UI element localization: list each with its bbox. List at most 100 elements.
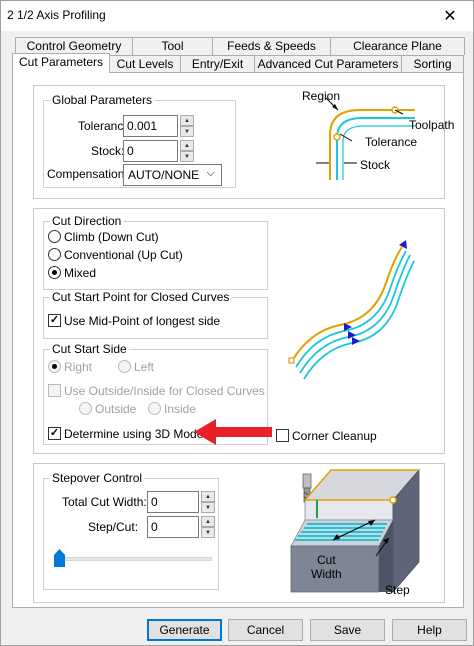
group-title: Global Parameters <box>50 93 155 107</box>
tab-feeds-speeds[interactable]: Feeds & Speeds <box>212 37 331 55</box>
right-radio[interactable] <box>48 360 61 373</box>
stepover-3d-diagram: Cut Width Step <box>290 468 420 597</box>
tab-cut-parameters[interactable]: Cut Parameters <box>12 53 110 73</box>
climb-label: Climb (Down Cut) <box>64 230 159 244</box>
stock-input[interactable] <box>123 140 178 162</box>
tab-clearance-plane[interactable]: Clearance Plane <box>330 37 465 55</box>
tab-advanced-cut-parameters[interactable]: Advanced Cut Parameters <box>254 55 402 73</box>
outside-label: Outside <box>95 402 137 416</box>
conventional-radio[interactable] <box>48 248 61 261</box>
midpoint-checkbox[interactable]: ✓ <box>48 314 61 327</box>
right-label: Right <box>64 360 93 374</box>
spin-up-icon[interactable]: ▲ <box>180 115 194 126</box>
region-label: Region <box>302 89 340 103</box>
outside-radio[interactable] <box>79 402 92 415</box>
tab-sorting[interactable]: Sorting <box>401 55 464 73</box>
cancel-button[interactable]: Cancel <box>228 619 303 641</box>
step-cut-spinner[interactable]: ▲ ▼ <box>201 516 215 538</box>
stock-spinner[interactable]: ▲ ▼ <box>180 140 194 162</box>
total-cut-width-input[interactable] <box>147 491 199 513</box>
total-cut-width-spinner[interactable]: ▲ ▼ <box>201 491 215 513</box>
spin-up-icon[interactable]: ▲ <box>201 491 215 502</box>
spin-up-icon[interactable]: ▲ <box>180 140 194 151</box>
toolpath-label: Toolpath <box>409 118 454 132</box>
start-point <box>389 496 397 504</box>
inside-label: Inside <box>164 402 197 416</box>
spin-down-icon[interactable]: ▼ <box>180 126 194 137</box>
toolpath-curve-3 <box>303 260 415 380</box>
step-cut-label: Step/Cut: <box>88 520 139 534</box>
step-cut-input[interactable] <box>147 516 199 538</box>
outside-inside-label: Use Outside/Inside for Closed Curves <box>64 384 265 398</box>
mixed-radio[interactable] <box>48 266 61 279</box>
help-button[interactable]: Help <box>392 619 467 641</box>
group-title: Cut Start Point for Closed Curves <box>50 290 232 304</box>
step-label: Step <box>385 583 410 597</box>
climb-radio[interactable] <box>48 230 61 243</box>
tab-label: Advanced Cut Parameters <box>257 57 399 71</box>
start-point <box>288 357 295 364</box>
left-radio[interactable] <box>118 360 131 373</box>
determine-3d-checkbox[interactable]: ✓ <box>48 427 61 440</box>
close-icon[interactable]: ✕ <box>427 1 473 31</box>
tab-label: Tool <box>161 39 184 53</box>
tab-label: Entry/Exit <box>191 57 244 71</box>
tool-shank <box>302 473 312 489</box>
tab-cut-levels[interactable]: Cut Levels <box>109 55 181 73</box>
group-title: Stepover Control <box>50 471 145 485</box>
corner-cleanup-label: Corner Cleanup <box>292 429 377 443</box>
tab-label: Feeds & Speeds <box>227 39 316 53</box>
chevron-down-icon: ⌵ <box>206 167 215 179</box>
toolpath-curve-1 <box>295 250 407 368</box>
stock-label-diagram: Stock <box>360 158 391 172</box>
tab-label: Sorting <box>413 57 452 71</box>
left-label: Left <box>134 360 155 374</box>
generate-button[interactable]: Generate <box>147 619 222 641</box>
red-arrow-icon <box>194 419 272 445</box>
tab-entry-exit[interactable]: Entry/Exit <box>180 55 255 73</box>
global-section: Global Parameters Tolerance: ▲ ▼ Stock: … <box>33 85 454 199</box>
cut-start-point-group: Cut Start Point for Closed Curves ✓ Use … <box>43 290 268 339</box>
cut-direction-group: Cut Direction Climb (Down Cut) Conventio… <box>43 214 268 290</box>
group-title: Cut Start Side <box>50 342 129 356</box>
window-title: 2 1/2 Axis Profiling <box>7 8 106 22</box>
tolerance-spinner[interactable]: ▲ ▼ <box>180 115 194 137</box>
determine-3d-label: Determine using 3D Model <box>64 427 207 441</box>
tolerance-label-diagram: Tolerance <box>365 135 417 149</box>
stepover-control-group: Stepover Control Total Cut Width: ▲ ▼ St… <box>43 471 219 590</box>
cut-direction-section: Cut Direction Climb (Down Cut) Conventio… <box>33 208 445 454</box>
cut-label: Cut <box>317 553 336 567</box>
spin-down-icon[interactable]: ▼ <box>201 502 215 513</box>
conventional-label: Conventional (Up Cut) <box>64 248 183 262</box>
save-button[interactable]: Save <box>310 619 385 641</box>
block-upper-face <box>304 499 394 521</box>
compensation-select[interactable]: AUTO/NONE ⌵ <box>123 164 222 186</box>
title-bar: 2 1/2 Axis Profiling ✕ <box>1 1 473 31</box>
stepover-section: Stepover Control Total Cut Width: ▲ ▼ St… <box>33 463 445 603</box>
compensation-value: AUTO/NONE <box>128 168 200 182</box>
tab-tool[interactable]: Tool <box>132 37 213 55</box>
stepover-slider-track[interactable] <box>54 557 212 561</box>
midpoint-label: Use Mid-Point of longest side <box>64 314 221 328</box>
region-toolpath-diagram: Region Toolpath Tolerance Stock <box>302 89 454 180</box>
direction-arrow-icon <box>352 337 360 345</box>
mixed-label: Mixed <box>64 266 97 280</box>
corner-cleanup-checkbox[interactable] <box>276 429 289 442</box>
toolpath-curve-2 <box>299 254 411 374</box>
spin-down-icon[interactable]: ▼ <box>201 527 215 538</box>
total-cut-width-label: Total Cut Width: <box>62 495 147 509</box>
spin-up-icon[interactable]: ▲ <box>201 516 215 527</box>
tab-label: Clearance Plane <box>353 39 442 53</box>
group-title: Cut Direction <box>50 214 124 228</box>
stepover-slider-thumb[interactable] <box>54 549 65 567</box>
cut-parameters-panel: Global Parameters Tolerance: ▲ ▼ Stock: … <box>12 72 464 608</box>
direction-arrow-icon <box>399 240 407 249</box>
inside-radio[interactable] <box>148 402 161 415</box>
tab-label: Cut Levels <box>116 57 174 71</box>
tolerance-input[interactable] <box>123 115 178 137</box>
stock-label: Stock: <box>91 144 125 158</box>
tolerance-point <box>333 133 341 141</box>
spin-down-icon[interactable]: ▼ <box>180 151 194 162</box>
outside-inside-checkbox[interactable] <box>48 384 61 397</box>
tolerance-arrow <box>339 133 353 142</box>
